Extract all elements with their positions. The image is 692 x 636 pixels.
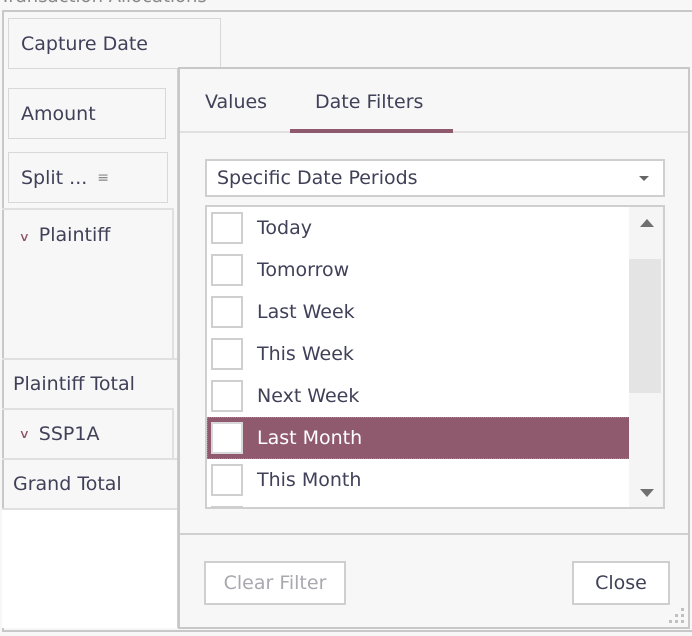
row-label: Plaintiff [38,224,111,246]
checkbox[interactable] [211,338,243,370]
pivot-grid-window: Transaction Allocations Capture Date Amo… [0,0,692,636]
checkbox[interactable] [211,254,243,286]
tab-date-filters[interactable]: Date Filters [315,91,423,113]
checkbox[interactable] [211,464,243,496]
list-item-this-month[interactable]: This Month [207,459,630,501]
list-item-this-week[interactable]: This Week [207,333,630,375]
checkbox[interactable] [211,380,243,412]
resize-grip-icon[interactable] [666,605,686,625]
clear-filter-button[interactable]: Clear Filter [204,561,346,605]
row-header-ssp1a[interactable]: ∨ SSP1A [2,408,174,458]
filter-popup: Values Date Filters Specific Date Period… [178,67,690,629]
column-field-split[interactable]: Split ... ≡ [8,152,168,203]
chevron-down-icon[interactable]: ∨ [19,230,30,244]
popup-footer: Clear Filter Close [180,533,688,629]
item-label: Today [257,217,312,239]
list-item-tomorrow[interactable]: Tomorrow [207,249,630,291]
field-label: Capture Date [21,32,148,55]
item-label: Tomorrow [257,259,350,281]
list-item-partial[interactable] [207,501,630,507]
item-label: This Week [257,343,354,365]
item-label: Last Month [257,427,363,449]
checkbox[interactable] [211,422,243,454]
date-period-list: Today Tomorrow Last Week This Week Next … [205,205,665,509]
row-header-plaintiff-total: Plaintiff Total [2,358,177,408]
list-item-last-week[interactable]: Last Week [207,291,630,333]
checkbox[interactable] [211,506,243,507]
item-label: Last Week [257,301,355,323]
scroll-up-arrow-icon[interactable] [640,219,654,227]
dropdown-value: Specific Date Periods [217,167,418,189]
field-label: Split ... [21,166,88,189]
row-header-plaintiff[interactable]: ∨ Plaintiff [2,208,174,358]
active-tab-indicator [290,129,453,133]
filter-field-capture-date[interactable]: Capture Date [8,18,221,69]
date-period-dropdown[interactable]: Specific Date Periods [205,159,665,197]
row-label: Plaintiff Total [13,373,135,395]
item-label: This Month [257,469,362,491]
empty-row-area [2,510,177,628]
scroll-thumb[interactable] [629,259,661,393]
checkbox[interactable] [211,212,243,244]
vertical-scrollbar[interactable] [629,207,663,507]
field-label: Amount [21,102,96,125]
list-item-next-week[interactable]: Next Week [207,375,630,417]
chevron-down-icon[interactable]: ∨ [19,427,30,441]
row-label: SSP1A [38,423,100,445]
scroll-down-arrow-icon[interactable] [640,489,654,497]
data-field-amount[interactable]: Amount [8,88,166,139]
row-header-grand-total: Grand Total [2,458,177,510]
checkbox[interactable] [211,296,243,328]
close-button[interactable]: Close [572,561,670,605]
tab-values[interactable]: Values [205,91,267,113]
tab-bar: Values Date Filters [180,69,688,133]
dropdown-arrow-icon[interactable] [639,176,649,181]
row-label: Grand Total [13,473,122,495]
sort-icon[interactable]: ≡ [97,170,109,186]
window-title: Transaction Allocations [0,0,207,7]
item-label: Next Week [257,385,360,407]
list-item-last-month[interactable]: Last Month [207,417,630,459]
list-item-today[interactable]: Today [207,207,630,249]
